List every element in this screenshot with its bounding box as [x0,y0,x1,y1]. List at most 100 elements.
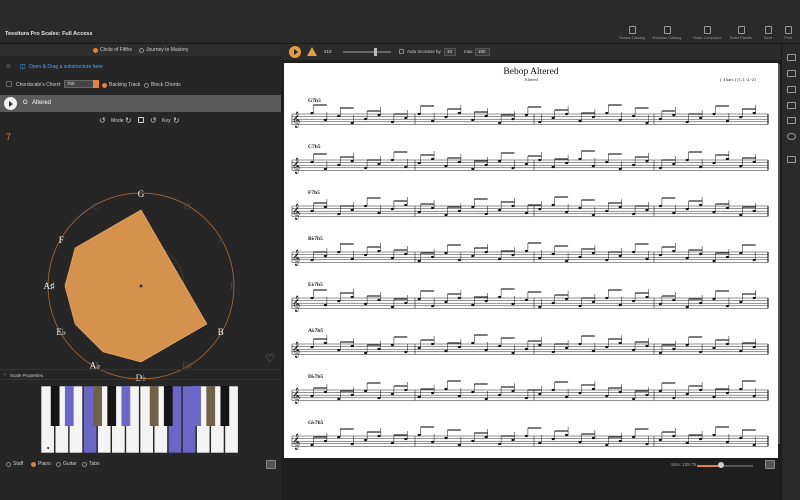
circle-of-fifths[interactable]: GDAEBF♯D♭A♭E♭A♯FC [40,141,242,396]
tempo-slider[interactable] [343,51,391,53]
circle-of-fifths-option[interactable]: Circle of Fifths [93,47,132,54]
scales-catalog-button[interactable]: Scales Catalog [615,26,649,40]
note-head [377,113,381,117]
note-head [404,388,408,392]
note-head [444,251,448,255]
note-head [752,394,756,398]
tab-guitar[interactable]: Guitar [56,461,77,468]
piano-black-key[interactable] [64,386,74,426]
backing-track-toggle[interactable]: Backing Track [102,82,140,89]
rotate-left-icon[interactable]: ↺ [99,116,106,125]
auto-increase-label: Auto Increase by [407,49,441,54]
note-label[interactable]: C [92,201,98,211]
rotate-right-icon[interactable]: ↻ [125,116,132,125]
sheet-music[interactable]: 𝄞 G7b5 𝄞 C7b5 𝄞 F7b5 𝄞 B♭7b5 𝄞 E♭7b5 𝄞 A♭7b5 𝄞 D♭7b5 𝄞… [284,63,778,458]
note-head [551,350,555,354]
note-head [565,346,569,350]
note-head [685,392,689,396]
note-head [712,395,716,399]
note-head [699,350,703,354]
max-input[interactable]: 180 [475,48,490,56]
tempo-slider-thumb[interactable] [374,48,377,56]
note-label[interactable]: E♭ [56,327,66,337]
radio-icon [31,461,36,467]
piano-keyboard[interactable] [41,386,239,453]
list-icon[interactable] [787,102,796,109]
note-head [350,295,354,299]
piano-black-key[interactable] [107,386,117,426]
note-label[interactable]: A [217,235,224,245]
piano-black-key[interactable] [220,386,230,426]
sheet-scrollbar[interactable] [778,64,780,444]
auto-increase-checkbox[interactable] [399,49,404,54]
piano-black-key[interactable] [192,386,201,426]
scale-properties-header[interactable]: › Scale Properties [0,369,281,380]
note-head [390,158,394,162]
piano-black-key[interactable] [50,386,60,426]
export-icon[interactable] [787,156,796,163]
note-head [632,163,636,167]
scale-composer-button[interactable]: Scale Composer [690,26,724,40]
note-head [645,295,649,299]
note-head [538,158,542,162]
note-head [645,159,649,163]
note-head [618,205,622,209]
chord-icon[interactable] [6,81,12,87]
tab-piano[interactable]: Piano [31,461,51,468]
exercise-catalog-button[interactable]: Exercise Catalog [650,26,684,40]
grid-icon[interactable] [787,86,796,93]
note-head [524,249,528,253]
note-head [310,394,314,398]
note-head [752,443,756,447]
keyboard-icon[interactable] [787,70,796,77]
auto-increase-input[interactable]: 10 [444,48,456,56]
piano-black-key[interactable] [149,386,159,426]
link-icon[interactable]: ⊘ [6,63,11,70]
export-icon[interactable] [765,460,775,469]
chordscale-select[interactable]: 7b5 [64,80,94,88]
note-head [431,342,435,346]
tab-staff[interactable]: Staff [6,461,23,468]
note-label[interactable]: B [218,327,224,337]
piano-roll-icon[interactable] [787,117,796,124]
note-head [457,345,461,349]
note-head [323,341,327,345]
play-button[interactable] [289,46,301,58]
substructure-link[interactable]: Open & Drag a substructure here [29,64,103,70]
note-head [565,112,569,116]
chevron-down-icon[interactable] [93,80,99,88]
note-label[interactable]: A♯ [44,281,55,291]
size-slider-thumb[interactable] [718,462,725,468]
play-scale-button[interactable] [4,97,17,110]
rotate-right-icon[interactable]: ↻ [173,116,180,125]
piano-black-key[interactable] [121,386,131,426]
note-head [444,300,448,304]
note-label[interactable]: E [230,281,236,291]
piano-black-key[interactable] [93,386,102,426]
note-head [605,296,609,300]
play-circle-icon[interactable] [787,133,796,140]
rotate-left-icon[interactable]: ↺ [150,116,157,125]
note-head [672,434,676,438]
note-head [699,437,703,441]
note-label[interactable]: D [184,201,191,211]
note-head [645,208,649,212]
export-icon[interactable] [266,460,276,469]
radio-icon [144,82,149,88]
tab-tabs[interactable]: Tabs [82,461,100,468]
piano-black-key[interactable] [163,386,173,426]
heart-icon[interactable]: ♡ [265,352,275,365]
journey-to-mastery-option[interactable]: Journey to Mastery [139,47,189,54]
lock-icon[interactable] [138,117,144,123]
selected-scale-row[interactable]: G Altered [0,95,281,112]
note-label[interactable]: G [138,189,145,199]
metronome-icon[interactable] [307,47,317,56]
piano-black-key[interactable] [206,386,216,426]
edit-icon[interactable] [787,54,796,61]
note-label[interactable]: F [59,235,64,245]
print-button[interactable]: Print [771,26,800,40]
note-head [591,164,595,168]
note-head [364,351,368,355]
note-head [498,442,502,446]
block-chords-toggle[interactable]: Block Chords [144,82,181,89]
